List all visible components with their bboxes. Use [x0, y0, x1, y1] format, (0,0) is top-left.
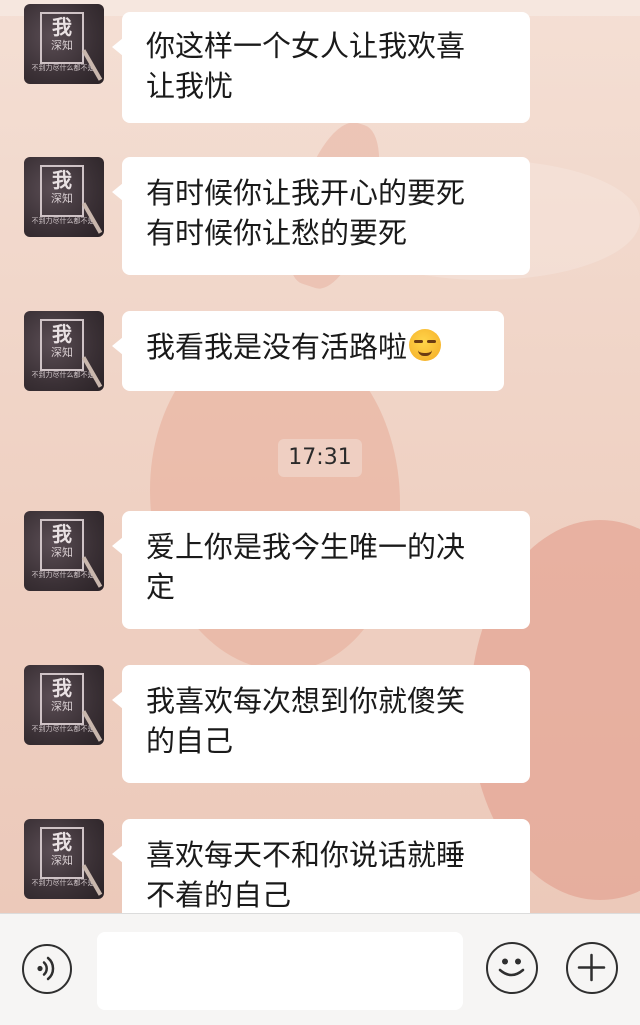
message-line: 你这样一个女人让我欢喜	[146, 29, 466, 63]
avatar[interactable]: 我 深知 不到力尽什么都不是	[24, 819, 104, 899]
message-line: 不着的自己	[146, 878, 292, 912]
avatar[interactable]: 我 深知 不到力尽什么都不是	[24, 665, 104, 745]
avatar[interactable]: 我 深知 不到力尽什么都不是	[24, 157, 104, 237]
avatar-subtitle: 深知	[51, 192, 73, 205]
voice-button[interactable]	[22, 944, 72, 994]
avatar-char: 我	[52, 522, 72, 546]
message-line: 有时候你让愁的要死	[146, 216, 408, 250]
avatar-char: 我	[52, 322, 72, 346]
avatar-subtitle: 深知	[51, 546, 73, 559]
avatar-char: 我	[52, 676, 72, 700]
message-bubble[interactable]: 有时候你让我开心的要死 有时候你让愁的要死	[112, 157, 530, 275]
avatar-subtitle: 深知	[51, 346, 73, 359]
avatar-char: 我	[52, 830, 72, 854]
avatar-char: 我	[52, 15, 72, 39]
message-line: 我喜欢每次想到你就傻笑	[146, 684, 466, 718]
message-line: 爱上你是我今生唯一的决	[146, 530, 466, 564]
message-line: 喜欢每天不和你说话就睡	[146, 838, 466, 872]
emoji-button[interactable]	[486, 942, 538, 994]
avatar[interactable]: 我 深知 不到力尽什么都不是	[24, 311, 104, 391]
message-line: 让我忧	[146, 69, 234, 103]
message-bubble[interactable]: 喜欢每天不和你说话就睡 不着的自己	[112, 819, 530, 913]
plus-button[interactable]	[566, 942, 618, 994]
input-bar	[0, 913, 640, 1025]
message-bubble[interactable]: 爱上你是我今生唯一的决 定	[112, 511, 530, 629]
avatar-char: 我	[52, 168, 72, 192]
message-bubble[interactable]: 我看我是没有活路啦	[112, 311, 504, 391]
plus-icon	[577, 953, 606, 982]
message-bubble[interactable]: 我喜欢每次想到你就傻笑 的自己	[112, 665, 530, 783]
message-row: 我 深知 不到力尽什么都不是 喜欢每天不和你说话就睡 不着的自己	[0, 819, 640, 913]
smiley-icon	[498, 958, 525, 977]
smirk-face-emoji	[409, 329, 442, 361]
message-line: 我看我是没有活路啦	[146, 330, 408, 364]
avatar-subtitle: 深知	[51, 39, 73, 52]
avatar-subtitle: 深知	[51, 854, 73, 867]
message-line: 的自己	[146, 724, 234, 758]
message-line: 定	[146, 570, 176, 604]
message-line: 有时候你让我开心的要死	[146, 176, 466, 210]
avatar[interactable]: 我 深知 不到力尽什么都不是	[24, 511, 104, 591]
timestamp-badge: 17:31	[278, 439, 362, 477]
message-input[interactable]	[97, 932, 463, 1010]
avatar-subtitle: 深知	[51, 700, 73, 713]
voice-icon	[37, 956, 55, 981]
avatar[interactable]: 我 深知 不到力尽什么都不是	[24, 4, 104, 84]
message-bubble[interactable]: 你这样一个女人让我欢喜 让我忧	[112, 12, 530, 123]
